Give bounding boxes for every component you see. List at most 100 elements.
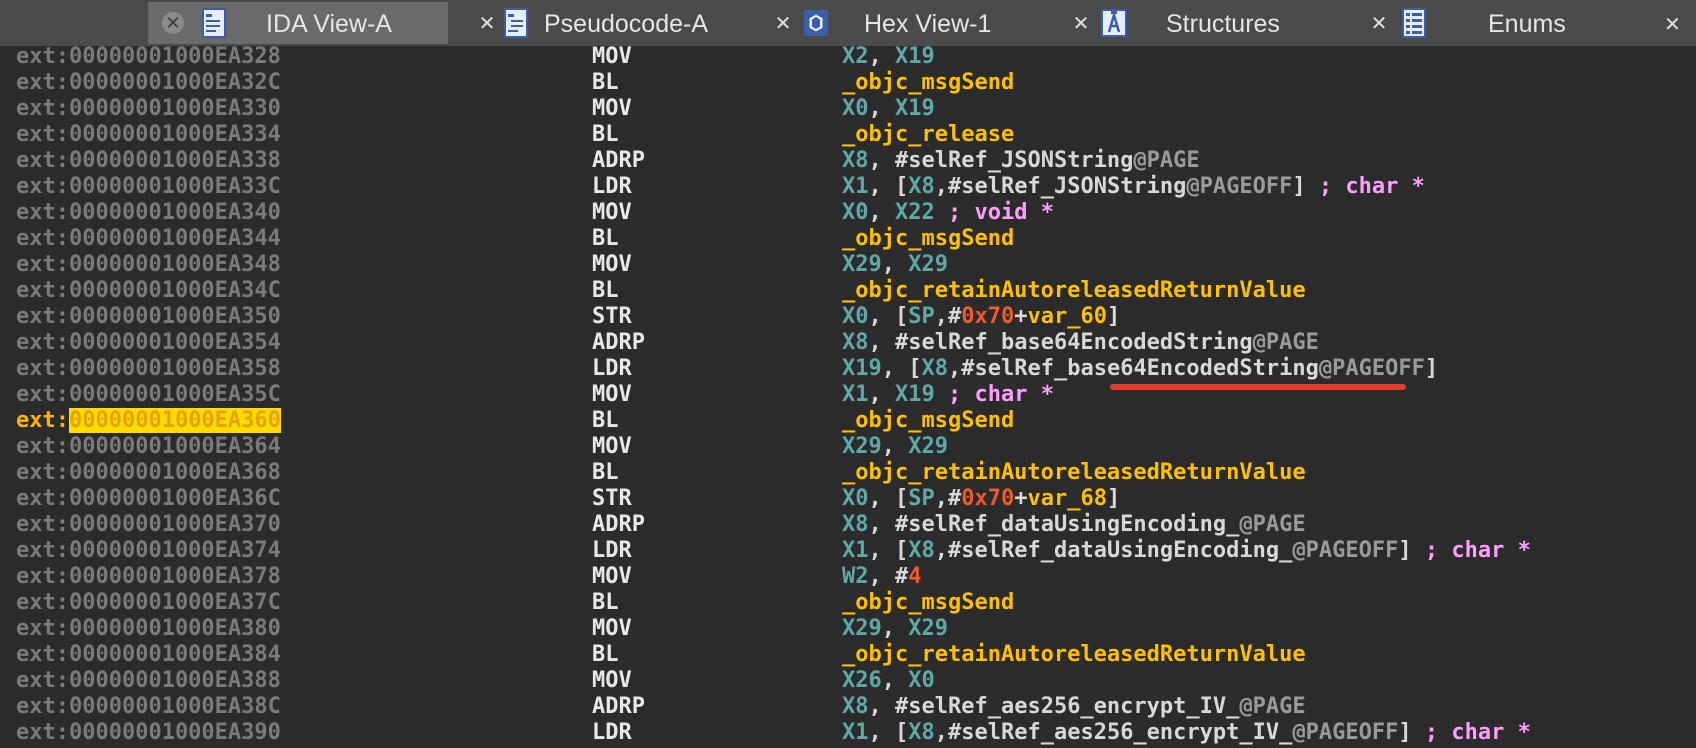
operands[interactable]: X1, [X8,#selRef_dataUsingEncoding_@PAGEO… bbox=[842, 538, 1531, 564]
operands[interactable]: X29, X29 bbox=[842, 252, 948, 278]
listing-row[interactable]: ext:00000001000EA33C LDR X1, [X8,#selRef_J… bbox=[0, 174, 1696, 200]
listing-row[interactable]: ext:00000001000EA37C BL _objc_msgSend bbox=[0, 590, 1696, 616]
annotation-underline bbox=[1110, 384, 1406, 390]
mnemonic: MOV bbox=[592, 44, 632, 69]
close-icon[interactable]: ✕ bbox=[162, 12, 184, 34]
listing-row[interactable]: ext:00000001000EA354 ADRP X8, #selRef_base… bbox=[0, 330, 1696, 356]
listing-row[interactable]: ext:00000001000EA38C ADRP X8, #selRef_aes2… bbox=[0, 694, 1696, 720]
operands[interactable]: _objc_msgSend bbox=[842, 70, 1014, 96]
operands[interactable]: _objc_retainAutoreleasedReturnValue bbox=[842, 278, 1306, 304]
operands[interactable]: _objc_msgSend bbox=[842, 590, 1014, 616]
mnemonic: MOV bbox=[592, 382, 632, 407]
listing-row[interactable]: ext:00000001000EA360 BL _objc_msgSend bbox=[0, 408, 1696, 434]
address[interactable]: ext:00000001000EA344 bbox=[16, 226, 281, 252]
operands[interactable]: X29, X29 bbox=[842, 616, 948, 642]
listing-row[interactable]: ext:00000001000EA338 ADRP X8, #selRef_JSON… bbox=[0, 148, 1696, 174]
operands[interactable]: X1, [X8,#selRef_aes256_encrypt_IV_@PAGEO… bbox=[842, 720, 1531, 746]
address[interactable]: ext:00000001000EA354 bbox=[16, 330, 281, 356]
mnemonic: LDR bbox=[592, 356, 632, 381]
listing-row[interactable]: ext:00000001000EA344 BL _objc_msgSend bbox=[0, 226, 1696, 252]
operands[interactable]: X2, X19 bbox=[842, 44, 935, 70]
listing-row[interactable]: ext:00000001000EA370 ADRP X8, #selRef_data… bbox=[0, 512, 1696, 538]
listing-row[interactable]: ext:00000001000EA384 BL _objc_retainAutore… bbox=[0, 642, 1696, 668]
tab-pseudocode-a[interactable]: ✕ Pseudocode-A bbox=[448, 2, 748, 44]
address[interactable]: ext:00000001000EA388 bbox=[16, 668, 281, 694]
operands[interactable]: X0, X22 ; void * bbox=[842, 200, 1054, 226]
operands[interactable]: X19, [X8,#selRef_base64EncodedString@PAG… bbox=[842, 356, 1438, 382]
address[interactable]: ext:00000001000EA378 bbox=[16, 564, 281, 590]
listing-row[interactable]: ext:00000001000EA330 MOV X0, X19 bbox=[0, 96, 1696, 122]
listing-row[interactable]: ext:00000001000EA32C BL _objc_msgSend bbox=[0, 70, 1696, 96]
close-icon[interactable]: ✕ bbox=[476, 12, 498, 35]
operands[interactable]: W2, #4 bbox=[842, 564, 922, 590]
address[interactable]: ext:00000001000EA38C bbox=[16, 694, 281, 720]
listing-row[interactable]: ext:00000001000EA388 MOV X26, X0 bbox=[0, 668, 1696, 694]
operands[interactable]: X1, X19 ; char * bbox=[842, 382, 1054, 408]
listing-row[interactable]: ext:00000001000EA390 LDR X1, [X8,#selRef_a… bbox=[0, 720, 1696, 746]
address[interactable]: ext:00000001000EA350 bbox=[16, 304, 281, 330]
operands[interactable]: X0, X19 bbox=[842, 96, 935, 122]
address[interactable]: ext:00000001000EA340 bbox=[16, 200, 281, 226]
operands[interactable]: X26, X0 bbox=[842, 668, 935, 694]
listing-row[interactable]: ext:00000001000EA358 LDR X19, [X8,#selRef_… bbox=[0, 356, 1696, 382]
address[interactable]: ext:00000001000EA368 bbox=[16, 460, 281, 486]
tab-bar: ✕ IDA View-A ✕ Pseudocode-A ✕ Hex View-1 bbox=[0, 0, 1696, 46]
operands[interactable]: _objc_release bbox=[842, 122, 1014, 148]
close-icon[interactable]: ✕ bbox=[1664, 12, 1681, 37]
listing-row[interactable]: ext:00000001000EA36C STR X0, [SP,#0x70+var… bbox=[0, 486, 1696, 512]
address[interactable]: ext:00000001000EA384 bbox=[16, 642, 281, 668]
close-icon[interactable]: ✕ bbox=[772, 12, 794, 35]
listing-row[interactable]: ext:00000001000EA340 MOV X0, X22 ; void * bbox=[0, 200, 1696, 226]
address[interactable]: ext:00000001000EA328 bbox=[16, 44, 281, 70]
listing-row[interactable]: ext:00000001000EA364 MOV X29, X29 bbox=[0, 434, 1696, 460]
address[interactable]: ext:00000001000EA358 bbox=[16, 356, 281, 382]
close-icon[interactable]: ✕ bbox=[1070, 12, 1092, 35]
tab-ida-view-a[interactable]: ✕ IDA View-A bbox=[148, 2, 448, 44]
listing-row[interactable]: ext:00000001000EA368 BL _objc_retainAutore… bbox=[0, 460, 1696, 486]
mnemonic: BL bbox=[592, 70, 619, 95]
listing-row[interactable]: ext:00000001000EA328 MOV X2, X19 bbox=[0, 44, 1696, 70]
address[interactable]: ext:00000001000EA334 bbox=[16, 122, 281, 148]
operands[interactable]: _objc_retainAutoreleasedReturnValue bbox=[842, 642, 1306, 668]
address[interactable]: ext:00000001000EA360 bbox=[16, 408, 281, 434]
listing-row[interactable]: ext:00000001000EA334 BL _objc_release bbox=[0, 122, 1696, 148]
address[interactable]: ext:00000001000EA330 bbox=[16, 96, 281, 122]
address[interactable]: ext:00000001000EA33C bbox=[16, 174, 281, 200]
operands[interactable]: X8, #selRef_aes256_encrypt_IV_@PAGE bbox=[842, 694, 1306, 720]
address[interactable]: ext:00000001000EA380 bbox=[16, 616, 281, 642]
address[interactable]: ext:00000001000EA36C bbox=[16, 486, 281, 512]
address[interactable]: ext:00000001000EA370 bbox=[16, 512, 281, 538]
listing-row[interactable]: ext:00000001000EA350 STR X0, [SP,#0x70+var… bbox=[0, 304, 1696, 330]
address[interactable]: ext:00000001000EA37C bbox=[16, 590, 281, 616]
address[interactable]: ext:00000001000EA34C bbox=[16, 278, 281, 304]
operands[interactable]: X0, [SP,#0x70+var_60] bbox=[842, 304, 1120, 330]
address[interactable]: ext:00000001000EA32C bbox=[16, 70, 281, 96]
listing-row[interactable]: ext:00000001000EA380 MOV X29, X29 bbox=[0, 616, 1696, 642]
disassembly-listing[interactable]: ext:00000001000EA328 MOV X2, X19 ext:000000… bbox=[0, 44, 1696, 746]
mnemonic: MOV bbox=[592, 252, 632, 277]
operands[interactable]: X8, #selRef_dataUsingEncoding_@PAGE bbox=[842, 512, 1306, 538]
listing-row[interactable]: ext:00000001000EA374 LDR X1, [X8,#selRef_d… bbox=[0, 538, 1696, 564]
operands[interactable]: X1, [X8,#selRef_JSONString@PAGEOFF] ; ch… bbox=[842, 174, 1425, 200]
listing-row[interactable]: ext:00000001000EA34C BL _objc_retainAutore… bbox=[0, 278, 1696, 304]
address[interactable]: ext:00000001000EA35C bbox=[16, 382, 281, 408]
listing-row[interactable]: ext:00000001000EA35C MOV X1, X19 ; char * bbox=[0, 382, 1696, 408]
operands[interactable]: _objc_retainAutoreleasedReturnValue bbox=[842, 460, 1306, 486]
operands[interactable]: X0, [SP,#0x70+var_68] bbox=[842, 486, 1120, 512]
close-icon[interactable]: ✕ bbox=[1368, 12, 1390, 35]
operands[interactable]: X29, X29 bbox=[842, 434, 948, 460]
address[interactable]: ext:00000001000EA338 bbox=[16, 148, 281, 174]
address[interactable]: ext:00000001000EA390 bbox=[16, 720, 281, 746]
operands[interactable]: _objc_msgSend bbox=[842, 408, 1014, 434]
listing-row[interactable]: ext:00000001000EA378 MOV W2, #4 bbox=[0, 564, 1696, 590]
operands[interactable]: X8, #selRef_base64EncodedString@PAGE bbox=[842, 330, 1319, 356]
listing-row[interactable]: ext:00000001000EA348 MOV X29, X29 bbox=[0, 252, 1696, 278]
operands[interactable]: X8, #selRef_JSONString@PAGE bbox=[842, 148, 1200, 174]
address[interactable]: ext:00000001000EA364 bbox=[16, 434, 281, 460]
operands[interactable]: _objc_msgSend bbox=[842, 226, 1014, 252]
address[interactable]: ext:00000001000EA374 bbox=[16, 538, 281, 564]
tab-enums[interactable]: ✕ Enums bbox=[1348, 2, 1648, 44]
tab-hex-view-1[interactable]: ✕ Hex View-1 bbox=[748, 2, 1048, 44]
tab-structures[interactable]: ✕ Structures bbox=[1048, 2, 1348, 44]
address[interactable]: ext:00000001000EA348 bbox=[16, 252, 281, 278]
